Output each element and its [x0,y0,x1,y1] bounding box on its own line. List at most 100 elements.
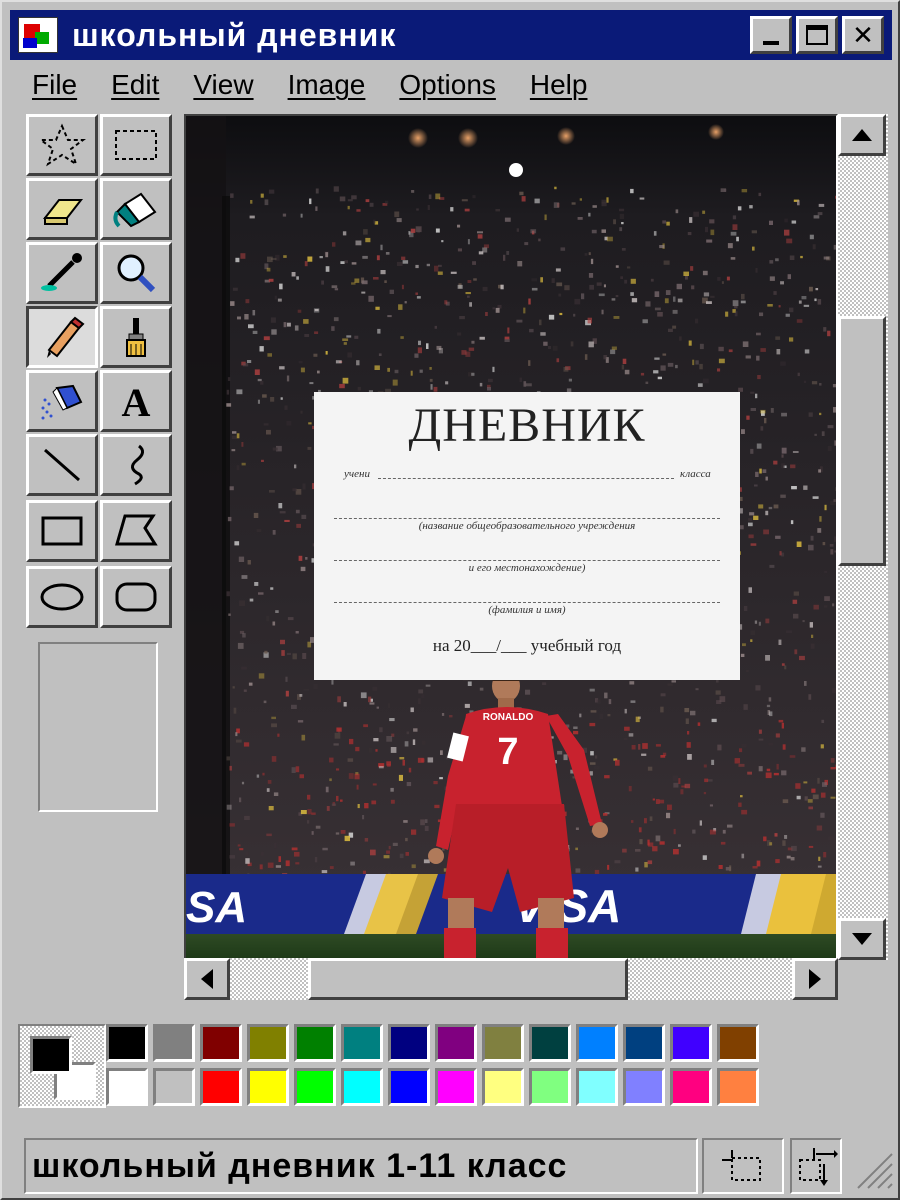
drawing-canvas[interactable]: SA VISA RONALDO 7 ДНЕВНИК учени класса (… [184,114,838,960]
tool-select[interactable] [100,114,172,176]
color-swatch[interactable] [153,1068,195,1106]
tool-curve[interactable] [100,434,172,496]
rounded-rect-icon [115,582,157,612]
tool-polygon[interactable] [100,500,172,562]
status-text: школьный дневник 1-11 класс [32,1146,568,1185]
menu-options[interactable]: Options [399,69,496,101]
scroll-right-button[interactable] [792,958,838,1000]
tool-options-box[interactable] [38,642,158,812]
resize-grip-icon[interactable] [854,1150,894,1190]
menu-image[interactable]: Image [288,69,366,101]
menu-help[interactable]: Help [530,69,588,101]
color-swatch[interactable] [247,1068,289,1106]
polygon-icon [115,514,158,546]
maximize-button[interactable] [796,16,838,54]
selection-icon [722,1150,761,1181]
color-swatch[interactable] [482,1024,524,1062]
close-button[interactable]: ✕ [842,16,884,54]
paint-app-icon[interactable] [18,17,58,53]
diary-cover-card: ДНЕВНИК учени класса (название общеобраз… [314,392,740,680]
color-swatch[interactable] [623,1068,665,1106]
scroll-corner [838,960,888,1000]
color-swatch[interactable] [153,1024,195,1062]
tool-eraser[interactable] [26,178,98,240]
vertical-scrollbar[interactable] [838,114,888,960]
tool-airbrush[interactable] [26,370,98,432]
eraser-icon [42,199,84,225]
arrow-up-icon [852,129,872,141]
tool-fill[interactable] [100,178,172,240]
color-swatch[interactable] [435,1068,477,1106]
color-swatch[interactable] [341,1068,383,1106]
color-palette [12,1018,892,1110]
vertical-scroll-thumb[interactable] [838,316,886,566]
tool-brush[interactable] [100,306,172,368]
paint-window: школьный дневник ✕ File Edit View Image … [0,0,900,1200]
color-swatch[interactable] [529,1068,571,1106]
color-swatch[interactable] [200,1024,242,1062]
class-suffix: класса [680,468,711,480]
menu-bar: File Edit View Image Options Help [10,62,599,108]
tool-free-form-select[interactable] [26,114,98,176]
maximize-icon [806,25,828,45]
menu-edit[interactable]: Edit [111,69,159,101]
color-swatch[interactable] [106,1024,148,1062]
color-swatch[interactable] [717,1068,759,1106]
color-swatch[interactable] [717,1024,759,1062]
tool-pick-color[interactable] [26,242,98,304]
color-swatch[interactable] [106,1068,148,1106]
foreground-color[interactable] [30,1036,72,1074]
arrow-down-icon [852,933,872,945]
tool-rounded-rectangle[interactable] [100,566,172,628]
jersey-number: 7 [497,731,518,773]
tool-box: A [12,110,180,1000]
color-swatch[interactable] [576,1024,618,1062]
caption-name: (фамилия и имя) [488,604,566,616]
color-swatch[interactable] [435,1024,477,1062]
status-bar: школьный дневник 1-11 класс [24,1138,698,1194]
color-swatch[interactable] [247,1024,289,1062]
tool-ellipse[interactable] [26,566,98,628]
color-swatch[interactable] [388,1024,430,1062]
horizontal-scrollbar[interactable] [184,958,838,1000]
svg-text:A: A [122,380,151,424]
scroll-left-button[interactable] [184,958,230,1000]
color-swatch[interactable] [294,1024,336,1062]
color-swatch[interactable] [529,1024,571,1062]
airbrush-icon [41,384,83,420]
tool-line[interactable] [26,434,98,496]
minimize-icon [763,41,779,45]
rectangle-icon [41,516,83,546]
color-swatch[interactable] [670,1068,712,1106]
color-swatch[interactable] [670,1024,712,1062]
tool-magnifier[interactable] [100,242,172,304]
horizontal-scroll-thumb[interactable] [308,958,628,1000]
color-swatch[interactable] [294,1068,336,1106]
brush-icon [126,318,146,357]
scroll-down-button[interactable] [838,918,886,960]
rect-select-icon [115,130,157,160]
tool-rectangle[interactable] [26,500,98,562]
diary-title: ДНЕВНИК [408,399,646,452]
color-swatch[interactable] [200,1068,242,1106]
eyedropper-icon [41,253,82,291]
color-swatch[interactable] [482,1068,524,1106]
selection-size-cell [702,1138,784,1194]
curve-icon [131,444,144,486]
line-icon [44,448,80,482]
menu-file[interactable]: File [32,69,77,101]
color-swatch[interactable] [388,1068,430,1106]
menu-view[interactable]: View [193,69,253,101]
pencil-icon [47,316,85,358]
ellipse-icon [40,583,84,611]
color-swatch[interactable] [576,1068,618,1106]
close-icon: ✕ [852,19,874,50]
color-swatch[interactable] [623,1024,665,1062]
tool-pencil[interactable] [26,306,98,368]
title-bar[interactable]: школьный дневник ✕ [10,10,892,60]
minimize-button[interactable] [750,16,792,54]
tool-text[interactable]: A [100,370,172,432]
current-colors[interactable] [18,1024,106,1108]
color-swatch[interactable] [341,1024,383,1062]
scroll-up-button[interactable] [838,114,886,156]
